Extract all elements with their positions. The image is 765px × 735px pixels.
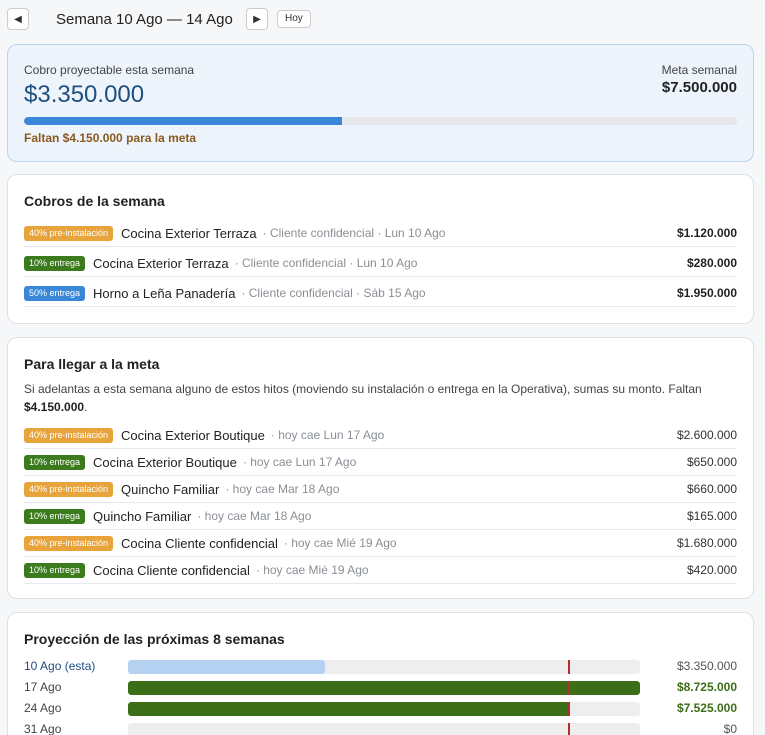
milestone-badge: 40% pre-instalación (24, 225, 114, 241)
project-name: Quincho Familiar (121, 481, 220, 497)
week-payment-row[interactable]: 50% entrega Horno a Leña Panadería · Clien… (24, 280, 737, 307)
projection-bar-track (128, 723, 640, 735)
goal-marker (568, 660, 571, 674)
project-name: Cocina Exterior Boutique (93, 454, 237, 470)
week-payments-card: Cobros de la semana 40% pre-instalación C… (7, 174, 754, 324)
row-meta: · hoy cae Mié 19 Ago (255, 563, 369, 577)
project-name: Quincho Familiar (93, 508, 192, 524)
chevron-right-icon: ▶ (253, 13, 261, 25)
goal-marker (568, 723, 571, 735)
projection-bar (128, 660, 325, 674)
milestone-badge: 10% entrega (24, 255, 86, 271)
projection-card: Proyección de las próximas 8 semanas 10 … (7, 612, 754, 735)
project-name: Cocina Exterior Terraza (93, 255, 229, 271)
projected-amount: $3.350.000 (24, 81, 145, 108)
projection-week-amount: $0 (723, 722, 737, 735)
goal-amount: $7.500.000 (661, 79, 737, 96)
row-amount: $2.600.000 (676, 428, 737, 442)
row-meta: · Cliente confidencial · Lun 10 Ago (234, 256, 418, 270)
project-name: Cocina Exterior Terraza (121, 225, 257, 241)
milestone-badge: 10% entrega (24, 454, 86, 470)
project-name: Cocina Cliente confidencial (93, 562, 250, 578)
milestone-badge: 10% entrega (24, 508, 86, 524)
goal-milestone-row[interactable]: 10% entrega Quincho Familiar · hoy cae Mar… (24, 503, 737, 530)
projection-week-label: 31 Ago (24, 722, 62, 735)
projection-week-amount: $3.350.000 (676, 659, 737, 673)
goal-marker (568, 681, 571, 695)
project-name: Cocina Cliente confidencial (121, 535, 278, 551)
projection-bar-track (128, 702, 640, 716)
row-meta: · Cliente confidencial · Lun 10 Ago (262, 226, 446, 240)
milestone-badge: 40% pre-instalación (24, 535, 114, 551)
row-meta: · hoy cae Lun 17 Ago (242, 455, 357, 469)
chevron-left-icon: ◀ (14, 13, 22, 25)
row-amount: $1.120.000 (676, 226, 737, 240)
next-week-button[interactable]: ▶ (246, 8, 268, 30)
project-name: Horno a Leña Panadería (93, 285, 236, 301)
goal-progress-fill (24, 117, 343, 125)
milestone-badge: 40% pre-instalación (24, 481, 114, 497)
today-button[interactable]: Hoy (277, 10, 311, 28)
projection-week-row: 10 Ago (esta) $3.350.000 (24, 657, 737, 675)
projection-bar (128, 702, 570, 716)
weekly-summary-card: Cobro proyectable esta semana $3.350.000… (7, 44, 754, 162)
goal-marker (568, 702, 571, 716)
week-payment-row[interactable]: 10% entrega Cocina Exterior Terraza · Clie… (24, 250, 737, 277)
projection-bar-track (128, 681, 640, 695)
reach-goal-description: Si adelantas a esta semana alguno de est… (24, 382, 702, 414)
projection-week-row: 17 Ago $8.725.000 (24, 678, 737, 696)
milestone-badge: 10% entrega (24, 562, 86, 578)
goal-milestone-row[interactable]: 10% entrega Cocina Exterior Boutique · hoy… (24, 449, 737, 476)
projection-week-label: 17 Ago (24, 680, 62, 694)
row-meta: · hoy cae Lun 17 Ago (270, 428, 385, 442)
goal-milestone-row[interactable]: 40% pre-instalación Cocina Cliente confid… (24, 530, 737, 557)
projection-week-row: 31 Ago $0 (24, 720, 737, 735)
prev-week-button[interactable]: ◀ (7, 8, 29, 30)
row-meta: · hoy cae Mié 19 Ago (283, 536, 397, 550)
projected-label: Cobro proyectable esta semana (24, 63, 195, 77)
projection-week-row: 24 Ago $7.525.000 (24, 699, 737, 717)
row-meta: · hoy cae Mar 18 Ago (225, 482, 340, 496)
projection-week-amount: $7.525.000 (676, 701, 737, 715)
row-meta: · Cliente confidencial · Sáb 15 Ago (241, 286, 426, 300)
projection-week-label: 10 Ago (esta) (24, 659, 96, 673)
goal-label: Meta semanal (661, 63, 737, 77)
projection-bar (128, 681, 640, 695)
row-meta: · hoy cae Mar 18 Ago (197, 509, 312, 523)
row-amount: $1.950.000 (676, 286, 737, 300)
description-amount: $4.150.000 (24, 400, 85, 414)
project-name: Cocina Exterior Boutique (121, 427, 265, 443)
row-amount: $280.000 (686, 256, 737, 270)
milestone-badge: 40% pre-instalación (24, 427, 114, 443)
projection-week-amount: $8.725.000 (676, 680, 737, 694)
row-amount: $1.680.000 (676, 536, 737, 550)
projection-title: Proyección de las próximas 8 semanas (24, 631, 285, 647)
goal-progress-bar (24, 117, 737, 125)
row-amount: $660.000 (686, 482, 737, 496)
missing-text: Faltan $4.150.000 para la meta (24, 131, 197, 145)
goal-milestone-row[interactable]: 10% entrega Cocina Cliente confidencial · … (24, 557, 737, 584)
row-amount: $420.000 (686, 563, 737, 577)
goal-milestone-row[interactable]: 40% pre-instalación Quincho Familiar · hoy… (24, 476, 737, 503)
milestone-badge: 50% entrega (24, 285, 86, 301)
week-navigation: ◀ Semana 10 Ago — 14 Ago ▶ Hoy (0, 0, 765, 40)
week-payments-title: Cobros de la semana (24, 193, 165, 209)
projection-week-label: 24 Ago (24, 701, 62, 715)
projection-bar-track (128, 660, 640, 674)
row-amount: $650.000 (686, 455, 737, 469)
reach-goal-card: Para llegar a la meta Si adelantas a est… (7, 337, 754, 599)
goal-milestone-row[interactable]: 40% pre-instalación Cocina Exterior Bouti… (24, 422, 737, 449)
week-title: Semana 10 Ago — 14 Ago (56, 11, 233, 28)
row-amount: $165.000 (686, 509, 737, 523)
reach-goal-title: Para llegar a la meta (24, 356, 160, 372)
week-payment-row[interactable]: 40% pre-instalación Cocina Exterior Terra… (24, 220, 737, 247)
